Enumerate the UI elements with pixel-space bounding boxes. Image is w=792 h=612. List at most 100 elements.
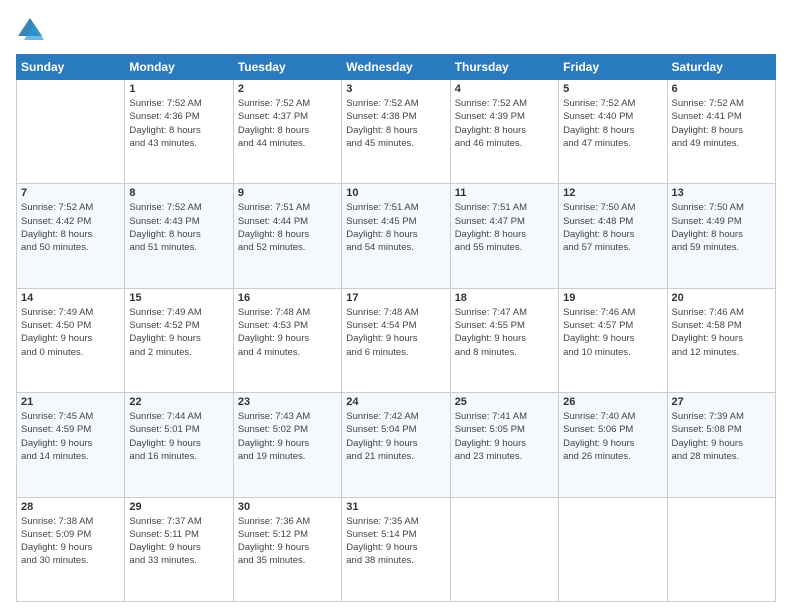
day-info: Sunrise: 7:49 AM Sunset: 4:52 PM Dayligh…: [129, 306, 228, 359]
day-info: Sunrise: 7:41 AM Sunset: 5:05 PM Dayligh…: [455, 410, 554, 463]
day-number: 13: [672, 187, 771, 199]
day-number: 18: [455, 292, 554, 304]
day-info: Sunrise: 7:51 AM Sunset: 4:47 PM Dayligh…: [455, 201, 554, 254]
calendar-cell: 26 Sunrise: 7:40 AM Sunset: 5:06 PM Dayli…: [559, 393, 667, 497]
weekday-header-saturday: Saturday: [667, 55, 775, 80]
day-number: 23: [238, 396, 337, 408]
day-number: 9: [238, 187, 337, 199]
calendar-cell: 27 Sunrise: 7:39 AM Sunset: 5:08 PM Dayli…: [667, 393, 775, 497]
day-number: 4: [455, 83, 554, 95]
day-info: Sunrise: 7:42 AM Sunset: 5:04 PM Dayligh…: [346, 410, 445, 463]
day-info: Sunrise: 7:52 AM Sunset: 4:43 PM Dayligh…: [129, 201, 228, 254]
day-number: 24: [346, 396, 445, 408]
day-info: Sunrise: 7:38 AM Sunset: 5:09 PM Dayligh…: [21, 515, 120, 568]
day-info: Sunrise: 7:50 AM Sunset: 4:48 PM Dayligh…: [563, 201, 662, 254]
day-number: 30: [238, 501, 337, 513]
calendar-cell: 12 Sunrise: 7:50 AM Sunset: 4:48 PM Dayli…: [559, 184, 667, 288]
day-info: Sunrise: 7:45 AM Sunset: 4:59 PM Dayligh…: [21, 410, 120, 463]
day-info: Sunrise: 7:52 AM Sunset: 4:39 PM Dayligh…: [455, 97, 554, 150]
day-number: 31: [346, 501, 445, 513]
day-number: 27: [672, 396, 771, 408]
calendar-cell: 3 Sunrise: 7:52 AM Sunset: 4:38 PM Daylig…: [342, 80, 450, 184]
calendar-cell: 20 Sunrise: 7:46 AM Sunset: 4:58 PM Dayli…: [667, 288, 775, 392]
week-row-3: 14 Sunrise: 7:49 AM Sunset: 4:50 PM Dayli…: [17, 288, 776, 392]
day-info: Sunrise: 7:51 AM Sunset: 4:45 PM Dayligh…: [346, 201, 445, 254]
day-number: 12: [563, 187, 662, 199]
calendar-cell: 8 Sunrise: 7:52 AM Sunset: 4:43 PM Daylig…: [125, 184, 233, 288]
calendar-cell: 19Sunrise: 7:46 AM Sunset: 4:57 PM Dayli…: [559, 288, 667, 392]
calendar-cell: 9 Sunrise: 7:51 AM Sunset: 4:44 PM Daylig…: [233, 184, 341, 288]
calendar-cell: [17, 80, 125, 184]
day-number: 15: [129, 292, 228, 304]
day-info: Sunrise: 7:52 AM Sunset: 4:36 PM Dayligh…: [129, 97, 228, 150]
calendar-cell: 2 Sunrise: 7:52 AM Sunset: 4:37 PM Daylig…: [233, 80, 341, 184]
calendar-cell: 15 Sunrise: 7:49 AM Sunset: 4:52 PM Dayli…: [125, 288, 233, 392]
day-info: Sunrise: 7:50 AM Sunset: 4:49 PM Dayligh…: [672, 201, 771, 254]
calendar-cell: 13 Sunrise: 7:50 AM Sunset: 4:49 PM Dayli…: [667, 184, 775, 288]
calendar-cell: 29 Sunrise: 7:37 AM Sunset: 5:11 PM Dayli…: [125, 497, 233, 601]
day-number: 6: [672, 83, 771, 95]
day-number: 21: [21, 396, 120, 408]
day-info: Sunrise: 7:49 AM Sunset: 4:50 PM Dayligh…: [21, 306, 120, 359]
week-row-1: 1 Sunrise: 7:52 AM Sunset: 4:36 PM Daylig…: [17, 80, 776, 184]
day-info: Sunrise: 7:47 AM Sunset: 4:55 PM Dayligh…: [455, 306, 554, 359]
day-number: 5: [563, 83, 662, 95]
day-number: 11: [455, 187, 554, 199]
day-info: Sunrise: 7:52 AM Sunset: 4:41 PM Dayligh…: [672, 97, 771, 150]
calendar-cell: 17Sunrise: 7:48 AM Sunset: 4:54 PM Dayli…: [342, 288, 450, 392]
weekday-header-sunday: Sunday: [17, 55, 125, 80]
week-row-5: 28 Sunrise: 7:38 AM Sunset: 5:09 PM Dayli…: [17, 497, 776, 601]
day-info: Sunrise: 7:36 AM Sunset: 5:12 PM Dayligh…: [238, 515, 337, 568]
calendar-cell: 31 Sunrise: 7:35 AM Sunset: 5:14 PM Dayli…: [342, 497, 450, 601]
calendar-cell: [450, 497, 558, 601]
day-info: Sunrise: 7:37 AM Sunset: 5:11 PM Dayligh…: [129, 515, 228, 568]
calendar-cell: 6 Sunrise: 7:52 AM Sunset: 4:41 PM Daylig…: [667, 80, 775, 184]
day-info: Sunrise: 7:46 AM Sunset: 4:58 PM Dayligh…: [672, 306, 771, 359]
day-number: 25: [455, 396, 554, 408]
weekday-header-wednesday: Wednesday: [342, 55, 450, 80]
day-info: Sunrise: 7:52 AM Sunset: 4:40 PM Dayligh…: [563, 97, 662, 150]
day-number: 26: [563, 396, 662, 408]
calendar-cell: 14 Sunrise: 7:49 AM Sunset: 4:50 PM Dayli…: [17, 288, 125, 392]
calendar-cell: 18 Sunrise: 7:47 AM Sunset: 4:55 PM Dayli…: [450, 288, 558, 392]
day-info: Sunrise: 7:43 AM Sunset: 5:02 PM Dayligh…: [238, 410, 337, 463]
day-number: 17: [346, 292, 445, 304]
day-info: Sunrise: 7:39 AM Sunset: 5:08 PM Dayligh…: [672, 410, 771, 463]
weekday-header-row: SundayMondayTuesdayWednesdayThursdayFrid…: [17, 55, 776, 80]
day-info: Sunrise: 7:52 AM Sunset: 4:42 PM Dayligh…: [21, 201, 120, 254]
day-number: 2: [238, 83, 337, 95]
header: [16, 16, 776, 44]
day-info: Sunrise: 7:51 AM Sunset: 4:44 PM Dayligh…: [238, 201, 337, 254]
day-number: 3: [346, 83, 445, 95]
day-number: 20: [672, 292, 771, 304]
day-number: 10: [346, 187, 445, 199]
day-number: 29: [129, 501, 228, 513]
day-number: 28: [21, 501, 120, 513]
day-number: 22: [129, 396, 228, 408]
calendar-cell: [559, 497, 667, 601]
day-number: 8: [129, 187, 228, 199]
calendar-cell: 1 Sunrise: 7:52 AM Sunset: 4:36 PM Daylig…: [125, 80, 233, 184]
calendar-cell: 30 Sunrise: 7:36 AM Sunset: 5:12 PM Dayli…: [233, 497, 341, 601]
weekday-header-tuesday: Tuesday: [233, 55, 341, 80]
day-number: 7: [21, 187, 120, 199]
page: SundayMondayTuesdayWednesdayThursdayFrid…: [0, 0, 792, 612]
day-info: Sunrise: 7:40 AM Sunset: 5:06 PM Dayligh…: [563, 410, 662, 463]
week-row-2: 7 Sunrise: 7:52 AM Sunset: 4:42 PM Daylig…: [17, 184, 776, 288]
weekday-header-monday: Monday: [125, 55, 233, 80]
calendar-cell: 16Sunrise: 7:48 AM Sunset: 4:53 PM Dayli…: [233, 288, 341, 392]
calendar-cell: 10 Sunrise: 7:51 AM Sunset: 4:45 PM Dayli…: [342, 184, 450, 288]
calendar-cell: 4 Sunrise: 7:52 AM Sunset: 4:39 PM Daylig…: [450, 80, 558, 184]
day-number: 14: [21, 292, 120, 304]
weekday-header-thursday: Thursday: [450, 55, 558, 80]
calendar-cell: 21 Sunrise: 7:45 AM Sunset: 4:59 PM Dayli…: [17, 393, 125, 497]
day-info: Sunrise: 7:35 AM Sunset: 5:14 PM Dayligh…: [346, 515, 445, 568]
calendar-cell: [667, 497, 775, 601]
calendar-cell: 24 Sunrise: 7:42 AM Sunset: 5:04 PM Dayli…: [342, 393, 450, 497]
calendar-cell: 25 Sunrise: 7:41 AM Sunset: 5:05 PM Dayli…: [450, 393, 558, 497]
day-info: Sunrise: 7:52 AM Sunset: 4:38 PM Dayligh…: [346, 97, 445, 150]
week-row-4: 21 Sunrise: 7:45 AM Sunset: 4:59 PM Dayli…: [17, 393, 776, 497]
weekday-header-friday: Friday: [559, 55, 667, 80]
day-info: Sunrise: 7:52 AM Sunset: 4:37 PM Dayligh…: [238, 97, 337, 150]
day-number: 1: [129, 83, 228, 95]
